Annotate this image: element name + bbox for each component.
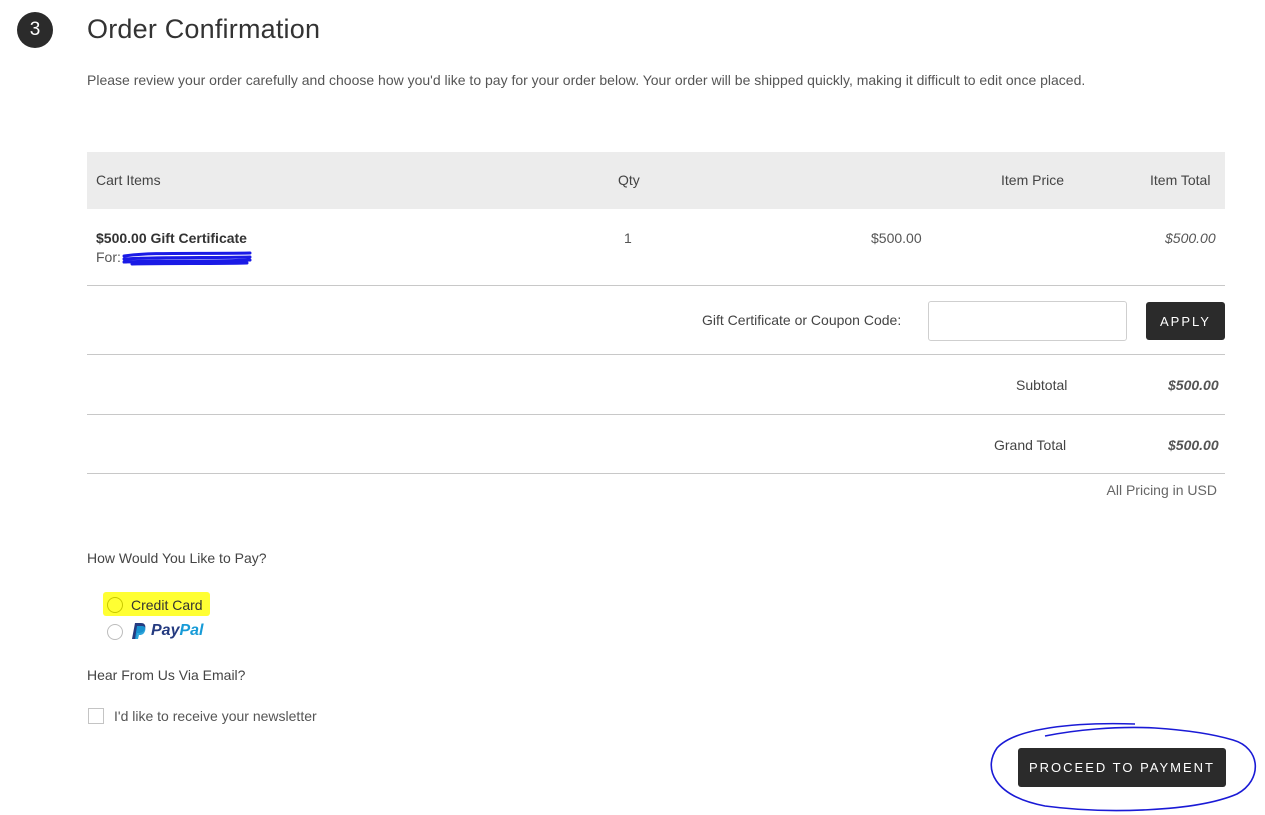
credit-card-radio[interactable]	[107, 597, 123, 613]
item-recipient-label: For:	[96, 249, 121, 265]
paypal-radio[interactable]	[107, 624, 123, 640]
grand-total-label: Grand Total	[994, 437, 1067, 453]
newsletter-checkbox[interactable]	[88, 708, 104, 724]
item-total: $500.00	[1165, 230, 1216, 246]
header-cart-items: Cart Items	[96, 172, 161, 188]
item-qty: 1	[624, 230, 632, 246]
payment-method-heading: How Would You Like to Pay?	[87, 550, 267, 566]
coupon-code-input[interactable]	[928, 301, 1127, 341]
divider	[87, 354, 1225, 355]
coupon-label: Gift Certificate or Coupon Code:	[702, 312, 902, 328]
header-item-total: Item Total	[1150, 172, 1211, 188]
divider	[87, 414, 1225, 415]
newsletter-label[interactable]: I'd like to receive your newsletter	[114, 708, 317, 724]
paypal-option[interactable]: PayPal	[131, 622, 203, 640]
divider	[87, 473, 1225, 474]
apply-coupon-button[interactable]: APPLY	[1146, 302, 1225, 340]
subtotal-label: Subtotal	[1016, 377, 1068, 393]
item-price: $500.00	[871, 230, 922, 246]
subtotal-value: $500.00	[1168, 377, 1219, 393]
item-name: $500.00 Gift Certificate	[96, 230, 247, 246]
paypal-icon	[132, 623, 146, 639]
email-heading: Hear From Us Via Email?	[87, 667, 246, 683]
header-qty: Qty	[618, 172, 640, 188]
intro-text: Please review your order carefully and c…	[87, 72, 1086, 88]
page-title: Order Confirmation	[87, 14, 321, 44]
paypal-logo-text: PayPal	[151, 622, 204, 639]
grand-total-value: $500.00	[1168, 437, 1219, 453]
credit-card-label[interactable]: Credit Card	[131, 597, 203, 613]
divider	[87, 285, 1225, 286]
step-number-badge: 3	[17, 12, 53, 48]
cart-table-header: Cart Items Qty Item Price Item Total	[87, 152, 1225, 209]
redaction-scribble	[122, 251, 252, 266]
proceed-to-payment-button[interactable]: PROCEED TO PAYMENT	[1018, 748, 1226, 787]
pricing-currency-note: All Pricing in USD	[1106, 482, 1217, 498]
header-item-price: Item Price	[1001, 172, 1065, 188]
